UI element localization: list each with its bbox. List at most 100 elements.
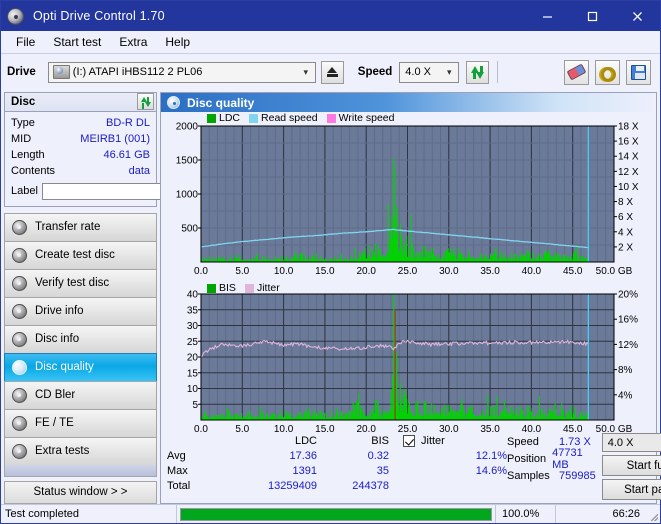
disc-label-row: Label (11, 181, 244, 201)
svg-text:30: 30 (187, 321, 199, 332)
scan-position-row: Position 47731 MB (507, 447, 596, 471)
legend-swatch-ldc (207, 113, 216, 123)
svg-text:16 X: 16 X (618, 137, 639, 148)
start-part-button[interactable]: Start part (601, 479, 661, 500)
disc-icon (12, 443, 27, 459)
app-disc-icon (7, 7, 24, 25)
sidebar-item-verify-test-disc[interactable]: Verify test disc (4, 268, 157, 297)
svg-text:1000: 1000 (176, 190, 199, 201)
stats-bis-avg: 0.32 (367, 449, 389, 462)
menu-help[interactable]: Help (157, 33, 198, 51)
sidebar-item-disc-info[interactable]: Disc info (4, 324, 157, 353)
legend-swatch-jitter (244, 283, 254, 293)
speed-select[interactable]: 4.0 X ▾ (399, 61, 460, 83)
main-body: Disc Type BD-R DL MID MEIRB1 (001) Lengt… (1, 90, 661, 504)
drive-toolbar: Drive (I:) ATAPI iHBS112 2 PL06 ▾ Speed … (1, 53, 660, 90)
progress-bar (180, 507, 492, 521)
sidebar-item-extra-tests[interactable]: Extra tests (4, 436, 157, 465)
stats-ldc-max: 1391 (292, 464, 317, 477)
legend-label: Jitter (256, 282, 280, 294)
svg-text:30.0: 30.0 (439, 424, 459, 435)
svg-text:500: 500 (181, 224, 198, 235)
erase-button[interactable] (564, 59, 589, 85)
sidebar-item-cd-bler[interactable]: CD Bler (4, 380, 157, 409)
maximize-icon[interactable] (570, 1, 615, 31)
menu-file[interactable]: File (8, 33, 43, 51)
disc-mid-value: MEIRB1 (001) (80, 132, 150, 145)
eject-button[interactable] (320, 60, 344, 84)
svg-text:35.0: 35.0 (480, 424, 500, 435)
bis-legend: BIS Jitter (207, 282, 285, 294)
status-window-button[interactable]: Status window > > (4, 480, 157, 504)
toolbar-divider (497, 61, 499, 83)
resize-grip[interactable] (648, 505, 660, 523)
refresh-icon (140, 96, 152, 109)
start-full-button[interactable]: Start full (601, 455, 661, 476)
svg-text:20.0: 20.0 (356, 266, 376, 277)
legend-swatch-bis (207, 283, 216, 293)
disc-refresh-button[interactable] (137, 93, 154, 111)
sidebar-item-create-test-disc[interactable]: Create test disc (4, 240, 157, 269)
menu-extra[interactable]: Extra (111, 33, 155, 51)
app-window: Opti Drive Control 1.70 File Start test … (0, 0, 661, 524)
drive-select-value: (I:) ATAPI iHBS112 2 PL06 (72, 66, 203, 78)
svg-text:6 X: 6 X (618, 212, 633, 223)
disc-quality-header: Disc quality (161, 93, 656, 112)
progress-percent: 100.0% (496, 505, 556, 523)
stats-row-label: Total (167, 479, 191, 492)
svg-text:50.0 GB: 50.0 GB (596, 266, 633, 277)
refresh-button[interactable] (466, 60, 490, 84)
disc-icon (12, 359, 27, 375)
menu-start-test[interactable]: Start test (45, 33, 109, 51)
svg-text:12 X: 12 X (618, 167, 639, 178)
sidebar-item-label: Create test disc (35, 249, 115, 262)
status-message: Test completed (1, 505, 177, 523)
svg-text:40.0: 40.0 (522, 266, 542, 277)
svg-text:14 X: 14 X (618, 152, 639, 163)
scan-info: Speed 1.73 X Position 47731 MB Samples 7… (507, 433, 661, 500)
svg-text:5: 5 (192, 400, 198, 411)
refresh-icon (470, 65, 485, 80)
svg-text:2000: 2000 (176, 122, 199, 133)
table-row: Avg 17.36 0.32 (167, 448, 399, 463)
sidebar-item-label: FE / TE (35, 417, 74, 430)
svg-text:18 X: 18 X (618, 122, 639, 133)
legend-swatch-read-speed (249, 113, 259, 123)
svg-text:10 X: 10 X (618, 182, 639, 193)
save-button[interactable] (626, 59, 651, 85)
elapsed-time: 66:26 (612, 508, 640, 520)
disc-icon (12, 331, 27, 347)
drive-select[interactable]: (I:) ATAPI iHBS112 2 PL06 ▾ (47, 61, 316, 83)
sidebar-item-transfer-rate[interactable]: Transfer rate (4, 212, 157, 241)
disc-icon (12, 219, 27, 235)
sidebar-item-disc-quality[interactable]: Disc quality (4, 352, 157, 381)
sidebar-item-fe-te[interactable]: FE / TE (4, 408, 157, 437)
bis-chart: BIS Jitter 5 10 15 20 25 30 35 40 4% 8% 12% 16% 20% 0… (161, 280, 656, 438)
chevron-down-icon: ▾ (447, 66, 452, 77)
minimize-icon[interactable] (525, 1, 570, 31)
legend-item-ldc: LDC (207, 112, 240, 124)
legend-item-jitter: Jitter (244, 282, 280, 294)
tools-button[interactable] (595, 59, 620, 85)
sidebar-item-drive-info[interactable]: Drive info (4, 296, 157, 325)
error-stats-table: LDC BIS Avg 17.36 0.32 Max 1391 35 Total… (167, 433, 399, 500)
svg-text:25.0: 25.0 (398, 424, 418, 435)
svg-text:12%: 12% (618, 340, 638, 351)
svg-text:25.0: 25.0 (398, 266, 418, 277)
jitter-avg-value: 12.1% (475, 449, 507, 462)
start-part-label: Start part (624, 483, 661, 496)
save-icon (631, 64, 646, 80)
svg-text:4 X: 4 X (618, 227, 633, 238)
svg-text:10.0: 10.0 (274, 424, 294, 435)
close-icon[interactable] (615, 1, 660, 31)
svg-text:10: 10 (187, 384, 199, 395)
left-panel: Disc Type BD-R DL MID MEIRB1 (001) Lengt… (4, 92, 244, 504)
jitter-checkbox[interactable] (403, 434, 415, 447)
toolbar-actions (564, 59, 654, 85)
svg-text:40: 40 (187, 290, 199, 301)
sidebar-nav: Transfer rate Create test disc Verify te… (4, 212, 157, 477)
jitter-max-value: 14.6% (475, 464, 507, 477)
window-controls (525, 1, 660, 31)
svg-text:0.0: 0.0 (194, 266, 208, 277)
svg-text:50.0 GB: 50.0 GB (596, 424, 633, 435)
